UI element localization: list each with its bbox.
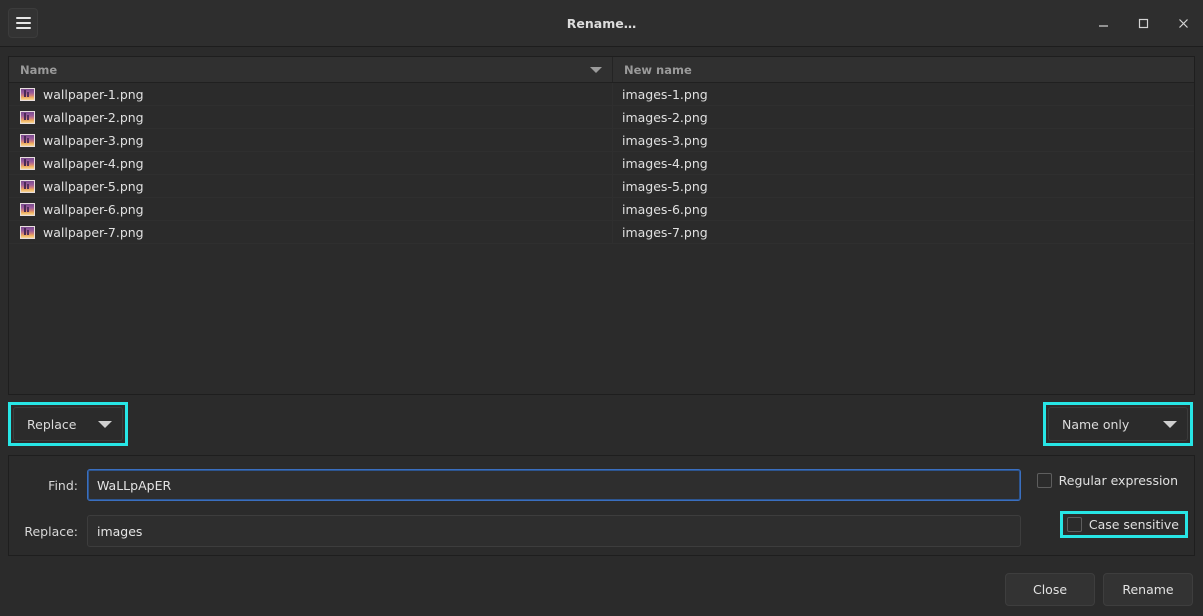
new-file-name-label: images-5.png bbox=[622, 179, 708, 194]
case-sensitive-highlight: Case sensitive bbox=[1060, 511, 1188, 538]
cell-name: wallpaper-7.png bbox=[9, 221, 613, 243]
case-sensitive-checkbox[interactable] bbox=[1067, 517, 1082, 532]
apply-to-highlight: Name only bbox=[1043, 402, 1193, 446]
rename-button[interactable]: Rename bbox=[1103, 573, 1193, 606]
window-controls bbox=[1083, 0, 1203, 47]
chevron-down-icon bbox=[98, 421, 112, 428]
image-thumbnail-icon bbox=[20, 180, 35, 193]
file-name-label: wallpaper-6.png bbox=[43, 202, 144, 217]
cell-new-name: images-5.png bbox=[613, 175, 1194, 197]
find-label: Find: bbox=[9, 478, 87, 493]
column-header-new-name-label: New name bbox=[624, 63, 692, 77]
image-thumbnail-icon bbox=[20, 111, 35, 124]
cell-new-name: images-3.png bbox=[613, 129, 1194, 151]
table-body: wallpaper-1.png images-1.png wallpaper-2.p… bbox=[9, 83, 1194, 244]
column-header-name-label: Name bbox=[20, 63, 57, 77]
image-thumbnail-icon bbox=[20, 134, 35, 147]
find-input[interactable] bbox=[87, 469, 1021, 501]
case-sensitive-checkbox-row[interactable]: Case sensitive bbox=[1067, 517, 1179, 532]
table-row[interactable]: wallpaper-7.png images-7.png bbox=[9, 221, 1194, 244]
table-row[interactable]: wallpaper-2.png images-2.png bbox=[9, 106, 1194, 129]
new-file-name-label: images-7.png bbox=[622, 225, 708, 240]
replace-row: Replace: bbox=[9, 515, 1194, 547]
cell-new-name: images-6.png bbox=[613, 198, 1194, 220]
cell-name: wallpaper-4.png bbox=[9, 152, 613, 174]
table-row[interactable]: wallpaper-3.png images-3.png bbox=[9, 129, 1194, 152]
close-icon[interactable] bbox=[1163, 0, 1203, 47]
table-header: Name New name bbox=[9, 57, 1194, 83]
file-name-label: wallpaper-4.png bbox=[43, 156, 144, 171]
image-thumbnail-icon bbox=[20, 226, 35, 239]
new-file-name-label: images-3.png bbox=[622, 133, 708, 148]
find-row: Find: bbox=[9, 469, 1194, 501]
replace-input[interactable] bbox=[87, 515, 1021, 547]
file-name-label: wallpaper-1.png bbox=[43, 87, 144, 102]
cell-name: wallpaper-2.png bbox=[9, 106, 613, 128]
regular-expression-checkbox-row[interactable]: Regular expression bbox=[1037, 473, 1178, 488]
table-row[interactable]: wallpaper-6.png images-6.png bbox=[9, 198, 1194, 221]
file-name-label: wallpaper-3.png bbox=[43, 133, 144, 148]
menu-line bbox=[16, 27, 31, 29]
new-file-name-label: images-1.png bbox=[622, 87, 708, 102]
new-file-name-label: images-4.png bbox=[622, 156, 708, 171]
file-name-label: wallpaper-7.png bbox=[43, 225, 144, 240]
new-file-name-label: images-2.png bbox=[622, 110, 708, 125]
file-name-label: wallpaper-5.png bbox=[43, 179, 144, 194]
new-file-name-label: images-6.png bbox=[622, 202, 708, 217]
image-thumbnail-icon bbox=[20, 88, 35, 101]
sort-descending-icon bbox=[590, 67, 602, 73]
apply-to-dropdown[interactable]: Name only bbox=[1048, 407, 1188, 441]
table-row[interactable]: wallpaper-4.png images-4.png bbox=[9, 152, 1194, 175]
renamer-mode-dropdown[interactable]: Replace bbox=[13, 407, 123, 441]
cell-name: wallpaper-6.png bbox=[9, 198, 613, 220]
window-title: Rename… bbox=[0, 16, 1203, 31]
menu-line bbox=[16, 22, 31, 24]
apply-to-value: Name only bbox=[1062, 417, 1141, 432]
file-name-label: wallpaper-2.png bbox=[43, 110, 144, 125]
hamburger-menu-icon[interactable] bbox=[8, 8, 38, 38]
dialog-footer: Close Rename bbox=[1005, 573, 1193, 606]
cell-name: wallpaper-1.png bbox=[9, 83, 613, 105]
mode-row: Replace Name only bbox=[0, 398, 1203, 450]
cell-name: wallpaper-3.png bbox=[9, 129, 613, 151]
menu-line bbox=[16, 17, 31, 19]
column-header-new-name[interactable]: New name bbox=[613, 57, 1194, 82]
cell-name: wallpaper-5.png bbox=[9, 175, 613, 197]
find-replace-panel: Find: Replace: Regular expression Case s… bbox=[8, 455, 1195, 556]
image-thumbnail-icon bbox=[20, 157, 35, 170]
replace-label: Replace: bbox=[9, 524, 87, 539]
column-header-name[interactable]: Name bbox=[9, 57, 613, 82]
cell-new-name: images-7.png bbox=[613, 221, 1194, 243]
image-thumbnail-icon bbox=[20, 203, 35, 216]
renamer-mode-value: Replace bbox=[27, 417, 76, 432]
regular-expression-checkbox[interactable] bbox=[1037, 473, 1052, 488]
titlebar: Rename… bbox=[0, 0, 1203, 47]
case-sensitive-label: Case sensitive bbox=[1089, 517, 1179, 532]
maximize-icon[interactable] bbox=[1123, 0, 1163, 47]
table-row[interactable]: wallpaper-5.png images-5.png bbox=[9, 175, 1194, 198]
rename-file-table: Name New name wallpaper-1.png images-1.pn… bbox=[8, 56, 1195, 395]
cell-new-name: images-1.png bbox=[613, 83, 1194, 105]
renamer-mode-highlight: Replace bbox=[8, 402, 128, 446]
close-button[interactable]: Close bbox=[1005, 573, 1095, 606]
regular-expression-label: Regular expression bbox=[1059, 473, 1178, 488]
chevron-down-icon bbox=[1163, 421, 1177, 428]
cell-new-name: images-4.png bbox=[613, 152, 1194, 174]
cell-new-name: images-2.png bbox=[613, 106, 1194, 128]
minimize-icon[interactable] bbox=[1083, 0, 1123, 47]
table-row[interactable]: wallpaper-1.png images-1.png bbox=[9, 83, 1194, 106]
